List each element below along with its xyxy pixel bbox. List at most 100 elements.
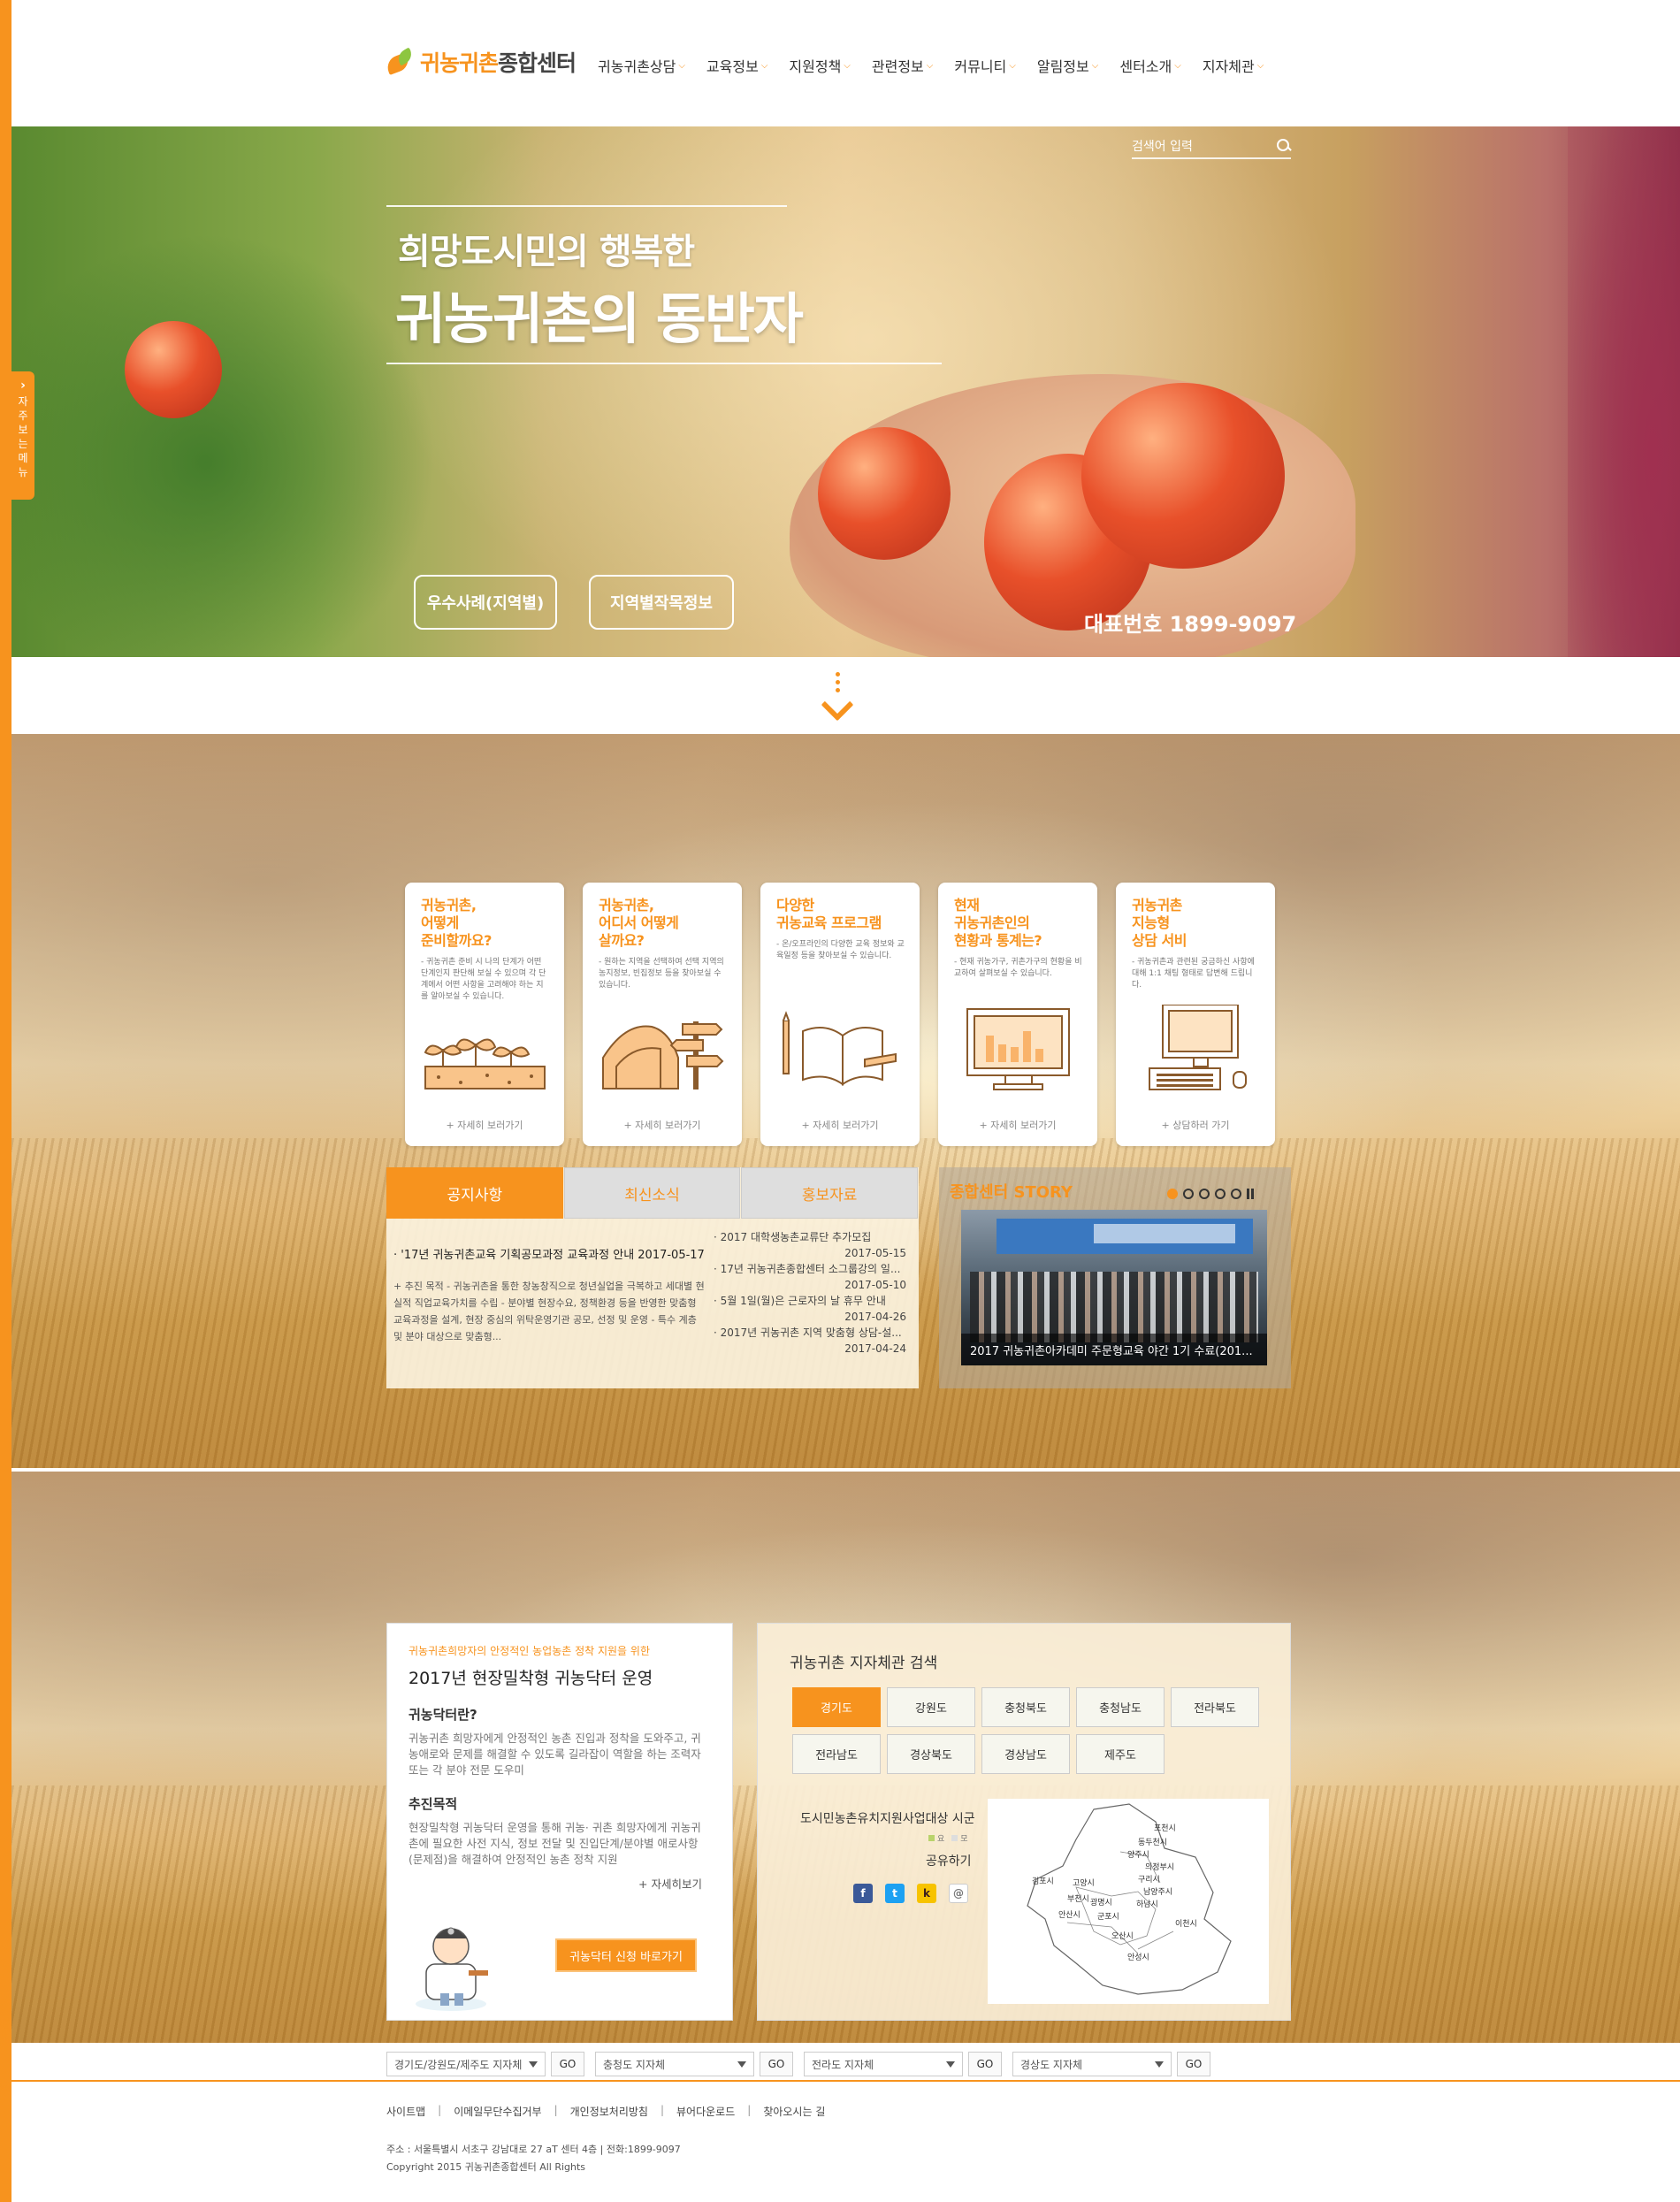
info-card[interactable]: 귀농귀촌, 어디서 어떻게 살까요? - 원하는 지역을 선택하여 선택 지역의…: [583, 883, 742, 1146]
sprout-icon: [424, 1038, 546, 1090]
tab-promotion[interactable]: 홍보자료: [741, 1167, 919, 1219]
go-button[interactable]: GO: [760, 2052, 793, 2076]
province-button[interactable]: 강원도: [887, 1687, 975, 1727]
chevron-down-icon: [1155, 2061, 1164, 2068]
chevron-down-icon: [737, 2061, 746, 2068]
info-card[interactable]: 다양한 귀농교육 프로그램 - 온/오프라인의 다양한 교육 정보와 교육일정 …: [760, 883, 920, 1146]
map-label: 포천시: [1154, 1824, 1176, 1833]
region-select[interactable]: 충청도 지자체: [595, 2052, 754, 2076]
site-header: 귀농귀촌종합센터 귀농귀촌상담 ⌵ 교육정보 ⌵ 지원정책 ⌵ 관련정보 ⌵ 커뮤니티 ⌵…: [11, 0, 1680, 126]
site-logo[interactable]: 귀농귀촌종합센터: [384, 46, 577, 78]
tomato-image: [125, 321, 222, 418]
province-button[interactable]: 경상북도: [887, 1734, 975, 1774]
tomato-image: [1081, 383, 1285, 569]
list-item[interactable]: · 17년 귀농귀촌종합센터 소그룹강의 일... 2017-05-10: [714, 1261, 913, 1293]
info-card[interactable]: 현재 귀농귀촌인의 현황과 통계는? - 현재 귀농가구, 귀촌가구의 현황을 …: [938, 883, 1097, 1146]
left-accent-bar: [0, 0, 11, 2202]
greenhouse-signpost-icon: [602, 1021, 724, 1090]
divider: [386, 363, 942, 364]
footer-link[interactable]: 뷰어다운로드: [676, 2104, 735, 2119]
map-label: 의정부시: [1145, 1862, 1174, 1872]
nav-item[interactable]: 센터소개 ⌵: [1119, 55, 1180, 76]
tab-notice[interactable]: 공지사항: [386, 1167, 563, 1219]
region-select[interactable]: 전라도 지자체: [804, 2052, 963, 2076]
map-label: 군포시: [1097, 1912, 1119, 1922]
search-icon[interactable]: [1277, 139, 1291, 153]
nav-item[interactable]: 관련정보 ⌵: [872, 55, 933, 76]
region-select[interactable]: 경상도 지자체: [1012, 2052, 1172, 2076]
carousel-dot[interactable]: [1199, 1189, 1210, 1199]
link-icon[interactable]: @: [949, 1884, 968, 1903]
quick-menu-tab[interactable]: › 자주보는메뉴: [11, 371, 34, 500]
carousel-dot[interactable]: [1231, 1189, 1241, 1199]
doctor-heading: 추진목적: [409, 1796, 458, 1812]
facebook-icon[interactable]: f: [853, 1884, 873, 1903]
province-button[interactable]: 전라북도: [1171, 1687, 1259, 1727]
regional-crops-button[interactable]: 지역별작목정보: [589, 575, 734, 630]
pause-icon[interactable]: [1247, 1189, 1254, 1199]
map-label: 고양시: [1073, 1878, 1095, 1888]
target-cities-label: 도시민농촌유치지원사업대상 시군: [800, 1812, 975, 1826]
province-button[interactable]: 충청북도: [981, 1687, 1070, 1727]
map-label: 하남시: [1136, 1900, 1158, 1909]
carousel-dot[interactable]: [1215, 1189, 1226, 1199]
doctor-title: 2017년 현장밀착형 귀농닥터 운영: [409, 1669, 653, 1688]
province-button[interactable]: 제주도: [1076, 1734, 1165, 1774]
tab-news[interactable]: 최신소식: [563, 1167, 741, 1219]
nav-item[interactable]: 교육정보 ⌵: [706, 55, 767, 76]
province-button[interactable]: 전라남도: [792, 1734, 881, 1774]
footer-link[interactable]: 사이트맵: [386, 2104, 425, 2119]
featured-notice-title[interactable]: · '17년 귀농귀촌교육 기획공모과정 교육과정 안내 2017-05-17: [393, 1245, 705, 1262]
phone-number: 대표번호 1899-9097: [1084, 612, 1297, 637]
chevron-down-icon: ⌵: [1091, 60, 1099, 71]
nav-item[interactable]: 알림정보 ⌵: [1037, 55, 1098, 76]
featured-notice[interactable]: · '17년 귀농귀촌교육 기획공모과정 교육과정 안내 2017-05-17 …: [393, 1245, 705, 1345]
doctor-more-link[interactable]: + 자세히보기: [409, 1875, 732, 1892]
gyeonggi-map[interactable]: 포천시 동두천시 양주시 의정부시 김포시 고양시 구리시 남양주시 부천시 광…: [988, 1799, 1269, 2004]
leaf-logo-icon: [384, 47, 416, 75]
list-item[interactable]: · 2017 대학생농촌교류단 추가모집 2017-05-15: [714, 1229, 913, 1261]
chevron-down-icon: ⌵: [760, 60, 768, 71]
info-card[interactable]: 귀농귀촌, 어떻게 준비할까요? - 귀농귀촌 준비 시 나의 단계가 어떤 단…: [405, 883, 564, 1146]
notice-board: 공지사항 최신소식 홍보자료 · '17년 귀농귀촌교육 기획공모과정 교육과정…: [386, 1167, 919, 1388]
nav-item[interactable]: 귀농귀촌상담 ⌵: [598, 55, 685, 76]
kakao-icon[interactable]: k: [917, 1884, 936, 1903]
go-button[interactable]: GO: [1177, 2052, 1210, 2076]
footer-links: 사이트맵 | 이메일무단수집거부 | 개인정보처리방침 | 뷰어다운로드 | 찾아오시는…: [386, 2104, 826, 2119]
doctor-apply-button[interactable]: 귀농닥터 신청 바로가기: [555, 1938, 697, 1972]
notice-list: · 2017 대학생농촌교류단 추가모집 2017-05-15 · 17년 귀농귀…: [714, 1229, 913, 1357]
go-button[interactable]: GO: [551, 2052, 584, 2076]
doctor-kicker: 귀농귀촌희망자의 안정적인 농업농촌 정착 지원을 위한: [409, 1645, 650, 1657]
twitter-icon[interactable]: t: [885, 1884, 905, 1903]
province-button[interactable]: 경기도: [792, 1687, 881, 1727]
carousel-dot[interactable]: [1183, 1189, 1194, 1199]
search-input[interactable]: 검색어 입력: [1132, 134, 1291, 159]
chevron-down-icon: ⌵: [1256, 60, 1264, 71]
story-photo[interactable]: 2017 귀농귀촌아카데미 주문형교육 야간 1기 수료(201...: [961, 1210, 1267, 1365]
go-button[interactable]: GO: [968, 2052, 1002, 2076]
info-card[interactable]: 귀농귀촌 지능형 상담 서비 - 귀농귀촌과 관련된 궁금하신 사항에 대해 1…: [1116, 883, 1275, 1146]
nav-item[interactable]: 지원정책 ⌵: [789, 55, 850, 76]
footer-link[interactable]: 개인정보처리방침: [570, 2104, 648, 2119]
chevron-down-icon: [529, 2061, 538, 2068]
hero-title: 귀농귀촌의 동반자: [395, 287, 804, 351]
scroll-down-icon[interactable]: [818, 670, 859, 722]
best-cases-button[interactable]: 우수사례(지역별): [414, 575, 557, 630]
story-panel: 종합센터 STORY 2017 귀농귀촌아카데미 주문형교육 야간 1기 수료(…: [939, 1167, 1291, 1388]
nav-item[interactable]: 지자체관 ⌵: [1203, 55, 1264, 76]
footer-link[interactable]: 찾아오시는 길: [763, 2104, 825, 2119]
province-button[interactable]: 경상남도: [981, 1734, 1070, 1774]
footer-link[interactable]: 이메일무단수집거부: [454, 2104, 541, 2119]
chevron-down-icon: ⌵: [678, 60, 685, 71]
chevron-right-icon: ›: [20, 378, 26, 393]
map-label: 오산시: [1111, 1931, 1134, 1941]
list-item[interactable]: · 5월 1일(월)은 근로자의 날 휴무 안내 2017-04-26: [714, 1293, 913, 1325]
monitor-chart-icon: [966, 1008, 1070, 1090]
province-button[interactable]: 충청남도: [1076, 1687, 1165, 1727]
logo-text: 귀농귀촌종합센터: [420, 50, 577, 76]
list-item[interactable]: · 2017년 귀농귀촌 지역 맞춤형 상담-설... 2017-04-24: [714, 1325, 913, 1357]
nav-item[interactable]: 커뮤니티 ⌵: [954, 55, 1015, 76]
region-select[interactable]: 경기도/강원도/제주도 지자체: [386, 2052, 546, 2076]
carousel-dot[interactable]: [1167, 1189, 1178, 1199]
computer-icon: [1149, 1005, 1247, 1090]
